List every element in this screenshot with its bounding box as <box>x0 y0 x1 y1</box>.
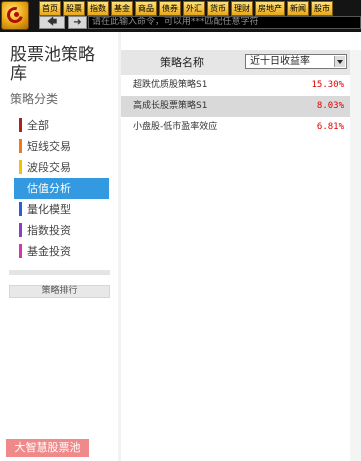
tab-bonds[interactable]: 债券 <box>159 1 181 16</box>
page-title: 股票池策略库 <box>10 45 95 84</box>
vertical-scrollbar[interactable] <box>350 50 361 461</box>
category-color-marker <box>19 244 22 258</box>
sidebar-divider <box>9 270 110 275</box>
category-color-marker <box>19 118 22 132</box>
category-swing[interactable]: 波段交易 <box>14 157 109 178</box>
tab-stocks[interactable]: 股票 <box>63 1 85 16</box>
top-toolbar: 首页 股票 指数 基金 商品 债券 外汇 货币 理财 房地产 新闻 股市 🡄 ➜ 请在此输入命令，可以… <box>0 0 361 32</box>
category-color-marker <box>19 139 22 153</box>
tab-index[interactable]: 指数 <box>87 1 109 16</box>
tab-funds[interactable]: 基金 <box>111 1 133 16</box>
tab-stock-market[interactable]: 股市 <box>311 1 333 16</box>
tab-home[interactable]: 首页 <box>39 1 61 16</box>
table-header: 策略名称 近十日收益率 <box>121 50 350 75</box>
strategy-table-panel: 策略名称 近十日收益率 超跌优质股策略S1 15.30% 高成长股票策略S1 8… <box>121 32 361 461</box>
category-index[interactable]: 指数投资 <box>14 220 109 241</box>
category-all[interactable]: 全部 <box>14 115 109 136</box>
brand-badge[interactable]: 大智慧股票池 <box>6 439 89 457</box>
category-heading: 策略分类 <box>10 92 59 106</box>
table-row[interactable]: 小盘股-低市盈率效应 6.81% <box>121 117 350 138</box>
strategy-name[interactable]: 高成长股票策略S1 <box>133 96 207 117</box>
table-row[interactable]: 超跌优质股策略S1 15.30% <box>121 75 350 96</box>
tab-currency[interactable]: 货币 <box>207 1 229 16</box>
category-fund[interactable]: 基金投资 <box>14 241 109 262</box>
strategy-return: 15.30% <box>311 80 344 90</box>
strategy-return: 6.81% <box>316 122 344 132</box>
forward-arrow-icon: ➜ <box>73 17 82 28</box>
sort-select[interactable]: 近十日收益率 <box>245 54 347 69</box>
category-quant[interactable]: 量化模型 <box>14 199 109 220</box>
strategy-return: 8.03% <box>316 101 344 111</box>
back-arrow-icon: 🡄 <box>46 17 58 28</box>
strategy-ranking-button[interactable]: 策略排行 <box>9 285 110 298</box>
tab-wealth[interactable]: 理财 <box>231 1 253 16</box>
tab-commodities[interactable]: 商品 <box>135 1 157 16</box>
category-list: 全部 短线交易 波段交易 估值分析 量化模型 指数投资 基金投资 <box>14 115 109 262</box>
strategy-name[interactable]: 小盘股-低市盈率效应 <box>133 117 217 138</box>
tab-news[interactable]: 新闻 <box>287 1 309 16</box>
category-color-marker <box>19 202 22 216</box>
sort-select-value: 近十日收益率 <box>250 56 310 67</box>
chevron-down-icon[interactable] <box>334 56 345 67</box>
command-input[interactable]: 请在此输入命令，可以用***匹配任意字符 <box>88 16 361 29</box>
tab-forex[interactable]: 外汇 <box>183 1 205 16</box>
table-row[interactable]: 高成长股票策略S1 8.03% <box>121 96 350 117</box>
category-color-marker <box>19 160 22 174</box>
strategy-rows: 超跌优质股策略S1 15.30% 高成长股票策略S1 8.03% 小盘股-低市盈… <box>121 75 350 138</box>
category-color-marker <box>19 181 22 195</box>
category-short-term[interactable]: 短线交易 <box>14 136 109 157</box>
strategy-name[interactable]: 超跌优质股策略S1 <box>133 75 207 96</box>
category-color-marker <box>19 223 22 237</box>
forward-button[interactable]: ➜ <box>68 16 87 29</box>
tab-real-estate[interactable]: 房地产 <box>255 1 285 16</box>
column-header-name[interactable]: 策略名称 <box>121 50 243 75</box>
strategy-sidebar: 股票池策略库 策略分类 全部 短线交易 波段交易 估值分析 量化模型 指数投资 … <box>0 32 118 461</box>
back-button[interactable]: 🡄 <box>39 16 65 29</box>
app-logo-icon[interactable] <box>1 1 29 30</box>
market-tab-bar: 首页 股票 指数 基金 商品 债券 外汇 货币 理财 房地产 新闻 股市 <box>39 1 335 16</box>
category-valuation[interactable]: 估值分析 <box>14 178 109 199</box>
